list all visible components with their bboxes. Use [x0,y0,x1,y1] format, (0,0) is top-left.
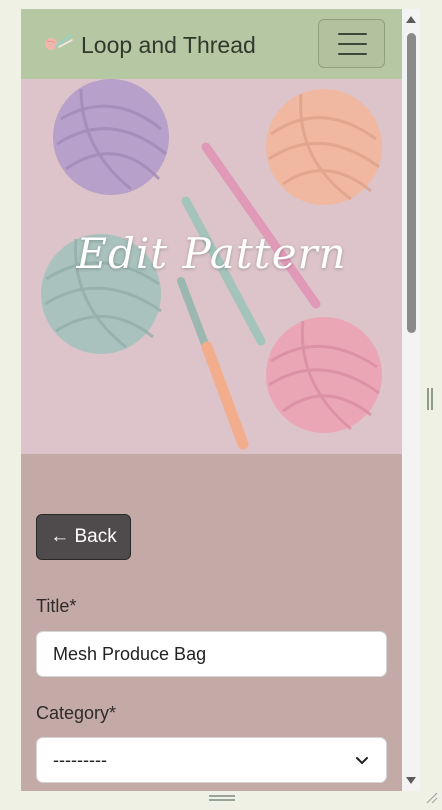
page-title: Edit Pattern [76,229,347,278]
scroll-up-arrow-icon[interactable] [405,14,417,24]
title-input-value: Mesh Produce Bag [53,643,207,664]
yarn-logo-icon[interactable] [41,31,75,55]
hamburger-icon-bar [338,53,367,55]
vertical-scrollbar[interactable] [402,9,420,791]
hamburger-icon [338,33,367,35]
side-resize-handle[interactable] [427,388,433,410]
hamburger-icon-bar [338,43,367,45]
bottom-resize-handle[interactable] [209,795,235,801]
scrollbar-thumb[interactable] [407,33,416,333]
title-input[interactable]: Mesh Produce Bag [36,631,387,677]
back-button[interactable]: ← Back [36,514,131,560]
category-label: Category* [36,703,117,723]
category-select[interactable]: --------- [36,737,387,783]
corner-resize-grip-icon[interactable] [424,790,438,804]
category-select-value: --------- [53,749,107,770]
app-viewport: Loop and Thread Edit Pattern ← Back Titl… [21,9,402,791]
title-label: Title* [36,596,77,616]
navbar: Loop and Thread [21,9,402,79]
brand-name[interactable]: Loop and Thread [81,31,256,59]
edit-form: ← Back Title* Mesh Produce Bag Category*… [21,454,402,791]
scroll-down-arrow-icon[interactable] [405,776,417,786]
hero-banner: Edit Pattern [21,79,402,454]
menu-toggle-button[interactable] [318,19,385,68]
chevron-down-icon [356,757,368,764]
